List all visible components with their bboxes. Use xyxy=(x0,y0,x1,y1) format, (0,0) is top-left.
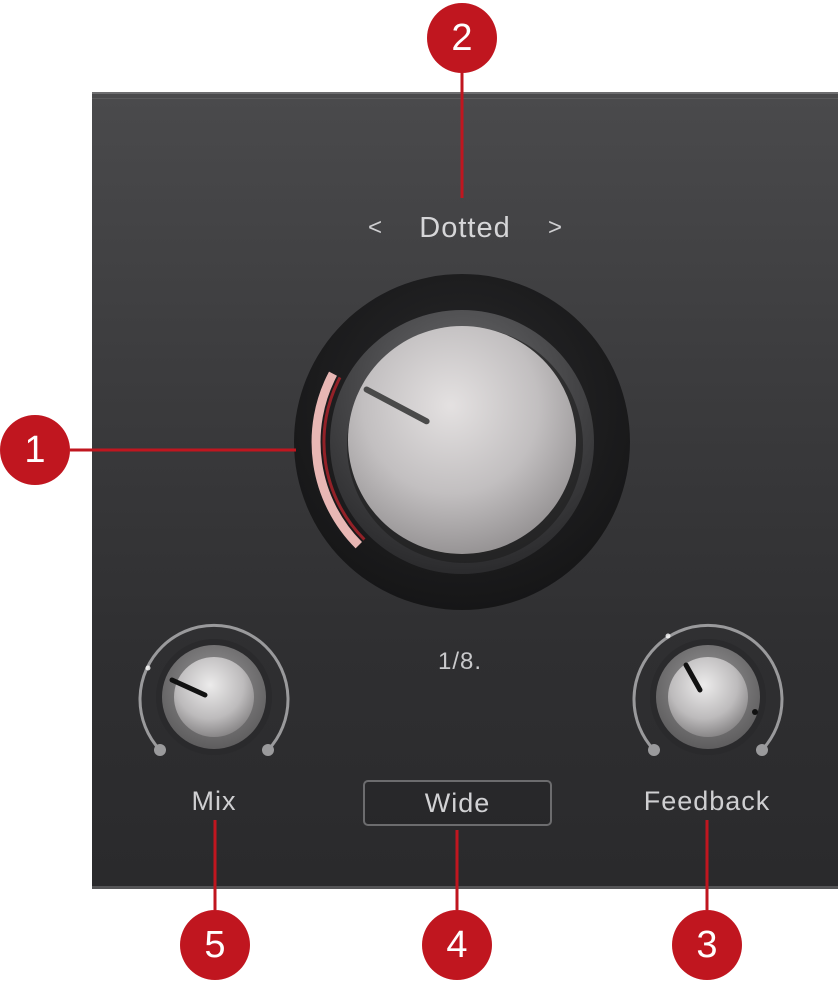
feedback-knob[interactable] xyxy=(632,623,784,756)
wide-button[interactable]: Wide xyxy=(363,780,552,826)
callout-1: 1 xyxy=(0,415,70,485)
callout-2: 2 xyxy=(427,3,497,73)
main-knob-cap xyxy=(348,326,576,554)
feedback-label: Feedback xyxy=(643,786,771,816)
main-knob-value: 1/8. xyxy=(437,648,483,675)
mix-label: Mix xyxy=(191,786,237,816)
callout-3: 3 xyxy=(672,910,742,980)
main-knob[interactable] xyxy=(0,0,838,983)
callout-5: 5 xyxy=(180,910,250,980)
callout-4: 4 xyxy=(422,910,492,980)
mix-knob[interactable] xyxy=(138,623,290,756)
